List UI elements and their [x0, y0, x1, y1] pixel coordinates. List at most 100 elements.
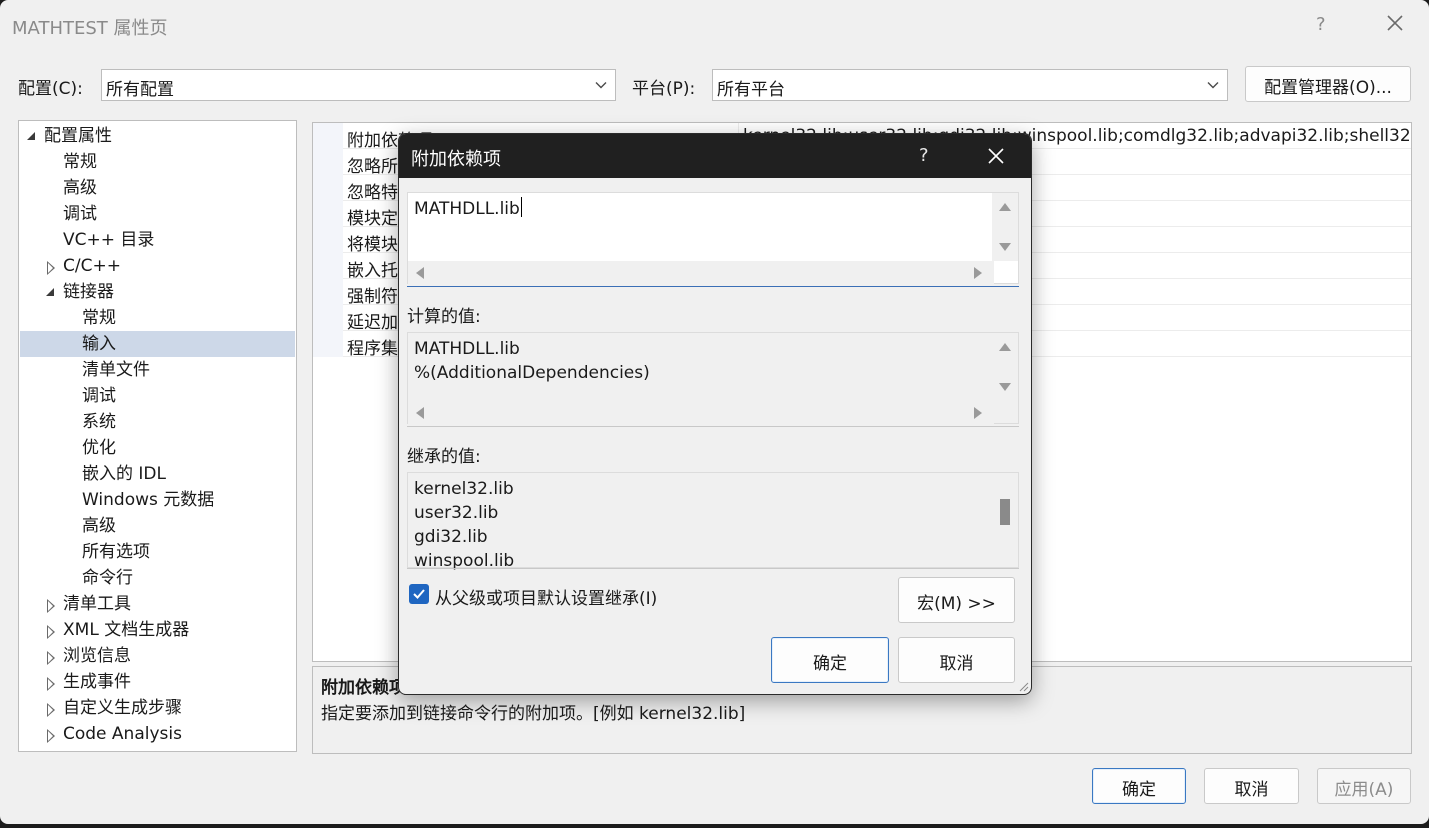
tree-item-label: C/C++: [63, 256, 121, 276]
computed-values-text: MATHDLL.lib %(AdditionalDependencies): [414, 337, 650, 385]
horizontal-scrollbar[interactable]: [408, 401, 994, 425]
scroll-up-icon[interactable]: [999, 343, 1011, 351]
tree-item[interactable]: 常规: [19, 149, 296, 175]
horizontal-scrollbar[interactable]: [408, 261, 994, 285]
computed-values-box: MATHDLL.lib %(AdditionalDependencies): [407, 332, 1019, 425]
tree-item-label: 清单文件: [82, 360, 150, 380]
scroll-left-icon[interactable]: [416, 407, 424, 419]
resize-grip-icon[interactable]: [1017, 680, 1029, 692]
tree-item-selected[interactable]: 输入: [20, 331, 295, 357]
computed-line: MATHDLL.lib: [414, 339, 520, 359]
property-name: 嵌入托: [347, 261, 398, 281]
dialog-ok-button[interactable]: 确定: [771, 637, 889, 683]
collapse-icon[interactable]: [27, 132, 35, 140]
tree-item[interactable]: C/C++: [19, 253, 296, 279]
config-select[interactable]: 所有配置: [101, 69, 616, 101]
dialog-cancel-button[interactable]: 取消: [898, 637, 1015, 683]
tree-item[interactable]: VC++ 目录: [19, 227, 296, 253]
tree-item[interactable]: Code Analysis: [19, 721, 296, 747]
dependencies-edit-text[interactable]: MATHDLL.lib: [414, 197, 522, 221]
scroll-down-icon[interactable]: [999, 383, 1011, 391]
inherited-line: winspool.lib: [414, 551, 515, 571]
tree-item[interactable]: 调试: [19, 201, 296, 227]
divider: [407, 426, 1019, 427]
expand-icon[interactable]: [47, 599, 55, 613]
tree-item-label: 嵌入的 IDL: [82, 464, 166, 484]
tree-item[interactable]: 高级: [19, 513, 296, 539]
row-gutter: [313, 279, 343, 305]
scroll-up-icon[interactable]: [999, 203, 1011, 211]
scroll-left-icon[interactable]: [416, 267, 424, 279]
dialog-help-button[interactable]: ?: [919, 145, 929, 166]
row-gutter: [313, 149, 343, 175]
category-tree[interactable]: 配置属性 常规 高级 调试 VC++ 目录 C/C++ 链接器 常规 输入 清单…: [18, 120, 297, 752]
tree-item[interactable]: 所有选项: [19, 539, 296, 565]
expand-icon[interactable]: [47, 677, 55, 691]
platform-label: 平台(P):: [632, 79, 696, 99]
property-name: 忽略所: [347, 157, 398, 177]
tree-item-label: 高级: [82, 516, 116, 536]
tree-item[interactable]: 自定义生成步骤: [19, 695, 296, 721]
platform-select[interactable]: 所有平台: [712, 69, 1228, 101]
tree-item-label: 配置属性: [44, 126, 112, 146]
close-icon[interactable]: [1382, 10, 1408, 36]
scrollbar-thumb[interactable]: [1000, 499, 1010, 525]
tree-item-label: 生成事件: [63, 672, 131, 692]
scroll-down-icon[interactable]: [999, 243, 1011, 251]
expand-icon[interactable]: [47, 625, 55, 639]
dependencies-edit-box[interactable]: MATHDLL.lib: [407, 192, 1019, 285]
tree-item[interactable]: 清单工具: [19, 591, 296, 617]
tree-item-label: 高级: [63, 178, 97, 198]
inherit-checkbox[interactable]: [409, 584, 429, 604]
tree-item[interactable]: 优化: [19, 435, 296, 461]
tree-item[interactable]: Windows 元数据: [19, 487, 296, 513]
config-select-value: 所有配置: [106, 80, 174, 100]
tree-item[interactable]: 配置属性: [19, 123, 296, 149]
chevron-down-icon: [1207, 82, 1219, 89]
vertical-scrollbar[interactable]: [992, 193, 1018, 261]
inherited-values-label: 继承的值:: [407, 447, 481, 467]
tree-item[interactable]: 调试: [19, 383, 296, 409]
tree-item[interactable]: 嵌入的 IDL: [19, 461, 296, 487]
tree-item[interactable]: 高级: [19, 175, 296, 201]
tree-item-label: 输入: [82, 334, 116, 354]
description-title: 附加依赖项: [321, 678, 406, 698]
tree-item[interactable]: 命令行: [19, 565, 296, 591]
tree-item[interactable]: 链接器: [19, 279, 296, 305]
scroll-right-icon[interactable]: [974, 267, 982, 279]
tree-item[interactable]: 生成事件: [19, 669, 296, 695]
row-gutter: [313, 175, 343, 201]
ok-button[interactable]: 确定: [1092, 768, 1186, 804]
macro-button[interactable]: 宏(M) >>: [898, 577, 1015, 623]
row-gutter: [313, 123, 343, 149]
collapse-icon[interactable]: [46, 288, 54, 296]
expand-icon[interactable]: [47, 651, 55, 665]
expand-icon[interactable]: [47, 729, 55, 743]
apply-button[interactable]: 应用(A): [1317, 768, 1411, 804]
tree-item[interactable]: 系统: [19, 409, 296, 435]
window-title: MATHTEST 属性页: [12, 18, 168, 39]
vertical-scrollbar[interactable]: [992, 473, 1018, 567]
tree-item-label: 命令行: [82, 568, 133, 588]
tree-item[interactable]: 清单文件: [19, 357, 296, 383]
text-caret: [520, 197, 522, 217]
cancel-button[interactable]: 取消: [1204, 768, 1299, 804]
tree-item-label: 清单工具: [63, 594, 131, 614]
divider: [407, 568, 1019, 569]
expand-icon[interactable]: [47, 261, 55, 275]
config-manager-button[interactable]: 配置管理器(O)...: [1245, 66, 1411, 102]
scroll-right-icon[interactable]: [974, 407, 982, 419]
close-icon[interactable]: [984, 144, 1008, 168]
row-gutter: [313, 253, 343, 279]
tree-item[interactable]: 浏览信息: [19, 643, 296, 669]
computed-line: %(AdditionalDependencies): [414, 363, 650, 383]
expand-icon[interactable]: [47, 703, 55, 717]
tree-item[interactable]: 常规: [19, 305, 296, 331]
tree-item-label: XML 文档生成器: [63, 620, 190, 640]
tree-item[interactable]: XML 文档生成器: [19, 617, 296, 643]
help-button[interactable]: ?: [1316, 14, 1326, 35]
row-gutter: [313, 331, 343, 357]
vertical-scrollbar[interactable]: [992, 333, 1018, 401]
row-gutter: [313, 201, 343, 227]
inherit-checkbox-label[interactable]: 从父级或项目默认设置继承(I): [435, 584, 657, 609]
